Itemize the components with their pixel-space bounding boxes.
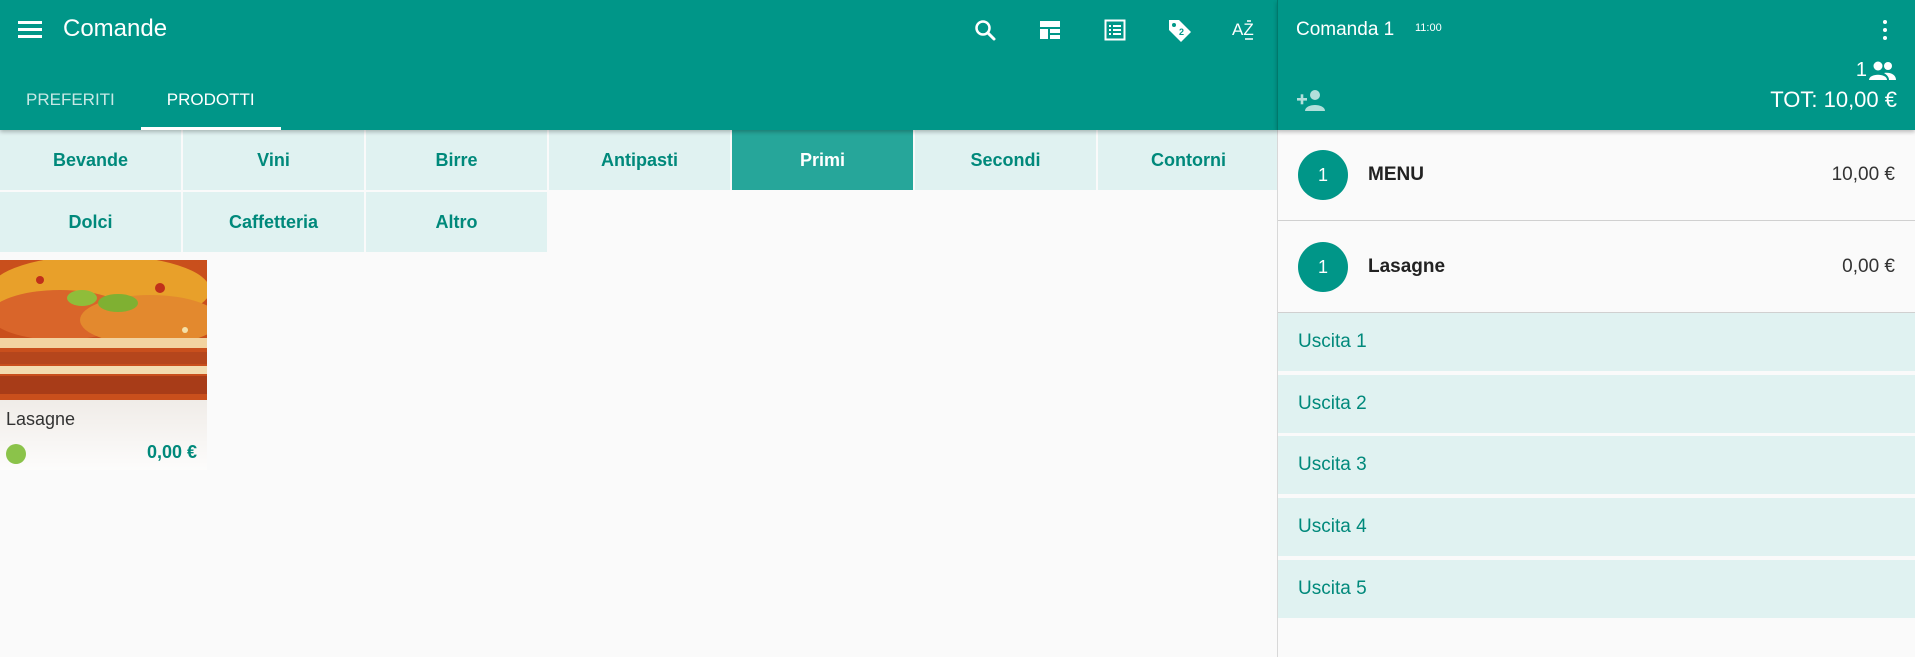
lasagne-image bbox=[0, 260, 207, 470]
quantity-badge: 1 bbox=[1298, 150, 1348, 200]
order-total: TOT: 10,00 € bbox=[1770, 87, 1897, 112]
category-bevande[interactable]: Bevande bbox=[0, 130, 181, 190]
order-list: 1 MENU 10,00 € 1 Lasagne 0,00 € Uscita 1… bbox=[1277, 130, 1915, 657]
main-app-bar: Comande 2 AZ PREFERITI PRODOTTI bbox=[0, 0, 1277, 130]
guest-count[interactable]: 1 bbox=[1856, 59, 1897, 82]
category-birre[interactable]: Birre bbox=[366, 130, 547, 190]
category-altro[interactable]: Altro bbox=[366, 192, 547, 252]
order-title: Comanda 1 bbox=[1296, 19, 1395, 40]
category-vini[interactable]: Vini bbox=[183, 130, 364, 190]
product-price: 0,00 € bbox=[146, 442, 197, 462]
tab-bar: PREFERITI PRODOTTI bbox=[0, 70, 281, 130]
course-uscita-2[interactable]: Uscita 2 bbox=[1278, 375, 1915, 435]
guest-count-value: 1 bbox=[1855, 59, 1867, 81]
search-icon[interactable] bbox=[952, 0, 1017, 60]
course-uscita-1[interactable]: Uscita 1 bbox=[1278, 313, 1915, 373]
course-uscita-5[interactable]: Uscita 5 bbox=[1278, 560, 1915, 620]
tag-icon[interactable]: 2 bbox=[1147, 0, 1212, 60]
list-icon[interactable] bbox=[1082, 0, 1147, 60]
order-line-name: MENU bbox=[1368, 164, 1424, 185]
order-line-price: 10,00 € bbox=[1831, 164, 1895, 185]
order-line[interactable]: 1 Lasagne 0,00 € bbox=[1278, 222, 1915, 313]
more-vert-icon[interactable] bbox=[1881, 18, 1889, 42]
order-app-bar: Comanda 1 11:00 1 TOT: 10,00 € bbox=[1277, 0, 1915, 130]
category-dolci[interactable]: Dolci bbox=[0, 192, 181, 252]
menu-icon[interactable] bbox=[18, 18, 44, 42]
page-title: Comande bbox=[63, 15, 168, 42]
tab-prodotti[interactable]: PRODOTTI bbox=[140, 70, 281, 130]
course-uscita-3[interactable]: Uscita 3 bbox=[1278, 436, 1915, 496]
toolbar: 2 AZ bbox=[952, 0, 1277, 60]
product-status-dot bbox=[6, 444, 26, 464]
app-root: Comande 2 AZ PREFERITI PRODOTTI Comanda bbox=[0, 0, 1915, 657]
layout-icon[interactable] bbox=[1017, 0, 1082, 60]
category-antipasti[interactable]: Antipasti bbox=[549, 130, 730, 190]
course-uscita-4[interactable]: Uscita 4 bbox=[1278, 498, 1915, 558]
sort-az-icon[interactable]: AZ bbox=[1212, 0, 1277, 60]
sort-label: AZ bbox=[1232, 20, 1254, 39]
category-secondi[interactable]: Secondi bbox=[915, 130, 1096, 190]
product-name: Lasagne bbox=[6, 409, 76, 429]
quantity-badge: 1 bbox=[1298, 242, 1348, 292]
order-line[interactable]: 1 MENU 10,00 € bbox=[1278, 130, 1915, 221]
order-line-price: 0,00 € bbox=[1842, 256, 1895, 277]
category-caffetteria[interactable]: Caffetteria bbox=[183, 192, 364, 252]
order-time: 11:00 bbox=[1415, 22, 1442, 34]
people-icon bbox=[1869, 61, 1896, 80]
add-person-icon[interactable] bbox=[1296, 88, 1326, 117]
product-card[interactable]: Lasagne 0,00 € bbox=[0, 260, 207, 470]
category-primi[interactable]: Primi bbox=[732, 130, 913, 190]
category-contorni[interactable]: Contorni bbox=[1098, 130, 1279, 190]
tag-count: 2 bbox=[1179, 27, 1184, 37]
tab-preferiti[interactable]: PREFERITI bbox=[0, 70, 141, 130]
order-line-name: Lasagne bbox=[1368, 256, 1446, 277]
